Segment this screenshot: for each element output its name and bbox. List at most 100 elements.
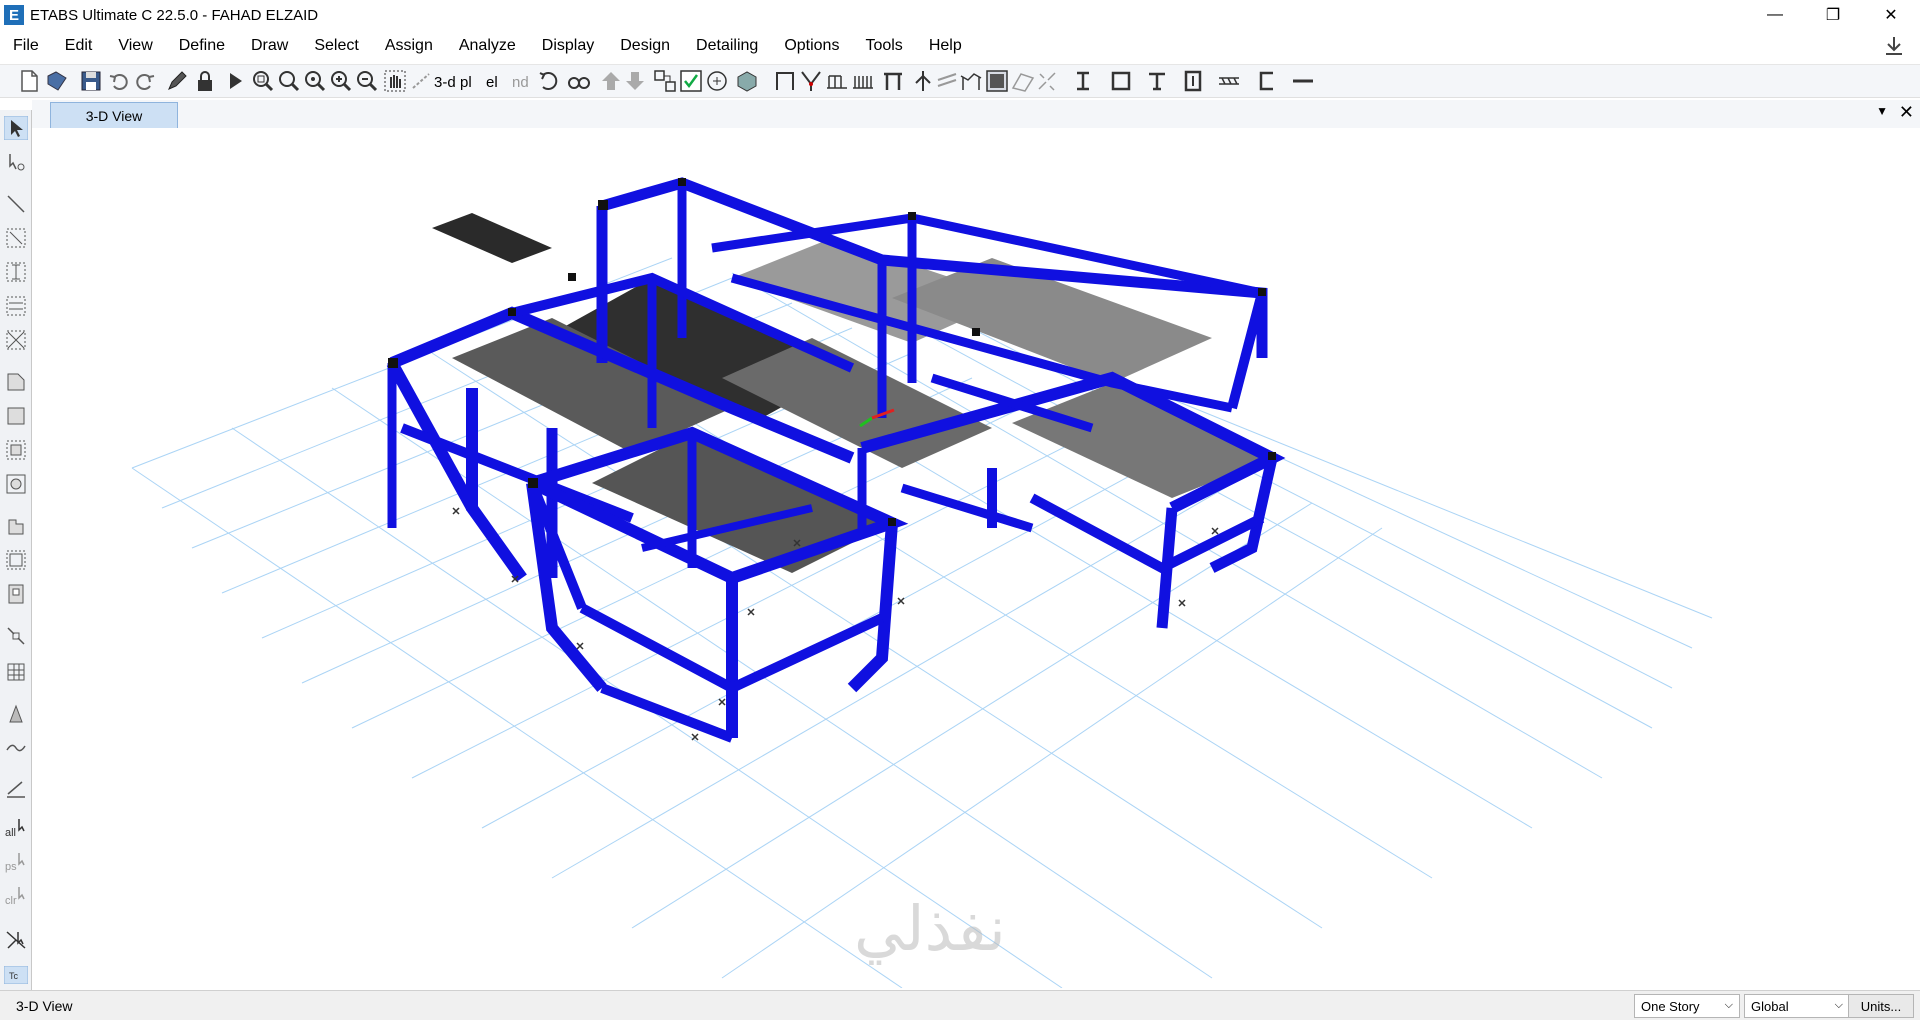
- object-shrink-icon[interactable]: [704, 68, 730, 94]
- tab-list-dropdown-icon[interactable]: ▼: [1876, 104, 1888, 118]
- menu-select[interactable]: Select: [301, 37, 371, 55]
- select-intersecting-icon[interactable]: [4, 928, 28, 952]
- draw-secondary-beam-icon[interactable]: [850, 68, 876, 94]
- draw-link-left-icon[interactable]: [4, 624, 28, 648]
- draw-dimension-icon[interactable]: [4, 776, 28, 800]
- zoom-previous-icon[interactable]: [276, 68, 302, 94]
- menu-display[interactable]: Display: [529, 37, 607, 55]
- draw-opening-icon[interactable]: [1010, 68, 1036, 94]
- 3d-box-icon[interactable]: [734, 68, 760, 94]
- quick-draw-area-icon[interactable]: [4, 438, 28, 462]
- previous-select-icon[interactable]: ps: [4, 850, 28, 874]
- menu-analyze[interactable]: Analyze: [446, 37, 529, 55]
- coord-system-value: Global: [1751, 999, 1789, 1014]
- reshape-icon[interactable]: [4, 150, 28, 174]
- menu-edit[interactable]: Edit: [52, 37, 106, 55]
- clear-select-icon[interactable]: clr: [4, 884, 28, 908]
- draw-frame-icon[interactable]: [772, 68, 798, 94]
- rubber-band-zoom-icon[interactable]: [408, 68, 434, 94]
- menu-design[interactable]: Design: [607, 37, 683, 55]
- view-plan-button[interactable]: pl: [460, 74, 472, 100]
- zoom-in-icon[interactable]: [328, 68, 354, 94]
- rotate-view-icon[interactable]: [536, 68, 562, 94]
- view-3d-button[interactable]: 3-d: [434, 74, 456, 100]
- draw-line-icon[interactable]: [4, 192, 28, 216]
- menu-assign[interactable]: Assign: [372, 37, 446, 55]
- new-model-icon[interactable]: [16, 68, 42, 94]
- menu-options[interactable]: Options: [771, 37, 852, 55]
- story-select[interactable]: One Story ⌵: [1634, 994, 1740, 1018]
- coord-system-select[interactable]: Global ⌵: [1744, 994, 1850, 1018]
- view-nd-button[interactable]: nd: [512, 74, 529, 100]
- zoom-restore-icon[interactable]: [302, 68, 328, 94]
- section-tee-icon[interactable]: [1144, 68, 1170, 94]
- draw-wall-left-icon[interactable]: [4, 514, 28, 538]
- draw-circle-area-icon[interactable]: [4, 472, 28, 496]
- svg-text:Tc: Tc: [9, 971, 19, 981]
- undo-icon[interactable]: [106, 68, 132, 94]
- section-box-icon[interactable]: [1108, 68, 1134, 94]
- menu-file[interactable]: File: [0, 37, 52, 55]
- draw-area-icon[interactable]: [4, 370, 28, 394]
- menu-detailing[interactable]: Detailing: [683, 37, 771, 55]
- menu-draw[interactable]: Draw: [238, 37, 301, 55]
- svg-text:clr: clr: [5, 895, 17, 907]
- draw-ramp-icon[interactable]: [958, 68, 984, 94]
- draw-beam-icon[interactable]: [824, 68, 850, 94]
- ground-grid: [131, 257, 1713, 988]
- draw-curve-icon[interactable]: [4, 736, 28, 760]
- section-rect-icon[interactable]: [1180, 68, 1206, 94]
- menu-view[interactable]: View: [105, 37, 165, 55]
- draw-grid-icon[interactable]: [4, 660, 28, 684]
- set-view-options-icon[interactable]: [652, 68, 678, 94]
- download-icon[interactable]: [1882, 34, 1906, 58]
- lock-icon[interactable]: [192, 68, 218, 94]
- check-model-icon[interactable]: [678, 68, 704, 94]
- draw-link-icon[interactable]: [1034, 68, 1060, 94]
- draw-column-icon[interactable]: [880, 68, 906, 94]
- menu-tools[interactable]: Tools: [852, 37, 915, 55]
- zoom-window-icon[interactable]: [250, 68, 276, 94]
- draw-rect-frame-icon[interactable]: [4, 226, 28, 250]
- quick-draw-wall-icon[interactable]: [4, 548, 28, 572]
- select-all-icon[interactable]: all: [4, 816, 28, 840]
- draw-brace-region-icon[interactable]: [4, 328, 28, 352]
- draw-floor-icon[interactable]: [984, 68, 1010, 94]
- coord-chevron-down-icon: ⌵: [1834, 999, 1843, 1011]
- menu-help[interactable]: Help: [916, 37, 975, 55]
- pencil-icon[interactable]: [164, 68, 190, 94]
- draw-column-region-icon[interactable]: [4, 260, 28, 284]
- minimize-button[interactable]: —: [1746, 0, 1804, 30]
- perspective-toggle-icon[interactable]: [566, 68, 592, 94]
- draw-tendon-icon[interactable]: [4, 702, 28, 726]
- run-analysis-icon[interactable]: [222, 68, 248, 94]
- view-tab-bar: 3-D View ▼ ✕: [32, 100, 1920, 128]
- restore-button[interactable]: ❐: [1804, 0, 1862, 30]
- move-down-icon[interactable]: [622, 68, 648, 94]
- snap-options-icon[interactable]: Tc: [4, 966, 28, 984]
- section-line-icon[interactable]: [1290, 68, 1316, 94]
- select-pointer-icon[interactable]: [4, 116, 28, 140]
- model-3d-viewport[interactable]: نفذلي: [32, 128, 1920, 988]
- close-tab-icon[interactable]: ✕: [1899, 102, 1914, 123]
- redo-icon[interactable]: [132, 68, 158, 94]
- open-model-icon[interactable]: [44, 68, 70, 94]
- zoom-out-icon[interactable]: [354, 68, 380, 94]
- draw-point-icon[interactable]: [910, 68, 936, 94]
- section-i-icon[interactable]: [1070, 68, 1096, 94]
- view-elevation-button[interactable]: el: [486, 74, 498, 100]
- section-channel-icon[interactable]: [1254, 68, 1280, 94]
- close-window-button[interactable]: ✕: [1862, 0, 1920, 30]
- draw-beam-region-icon[interactable]: [4, 294, 28, 318]
- draw-rect-area-icon[interactable]: [4, 404, 28, 428]
- draw-wall-opening-icon[interactable]: [4, 582, 28, 606]
- save-icon[interactable]: [78, 68, 104, 94]
- units-button[interactable]: Units...: [1848, 994, 1914, 1018]
- draw-wall-icon[interactable]: [934, 68, 960, 94]
- tab-3d-view[interactable]: 3-D View: [50, 102, 178, 128]
- menu-define[interactable]: Define: [166, 37, 238, 55]
- section-deck-icon[interactable]: [1216, 68, 1242, 94]
- pan-icon[interactable]: [382, 68, 408, 94]
- draw-brace-icon[interactable]: [798, 68, 824, 94]
- move-up-icon[interactable]: [598, 68, 624, 94]
